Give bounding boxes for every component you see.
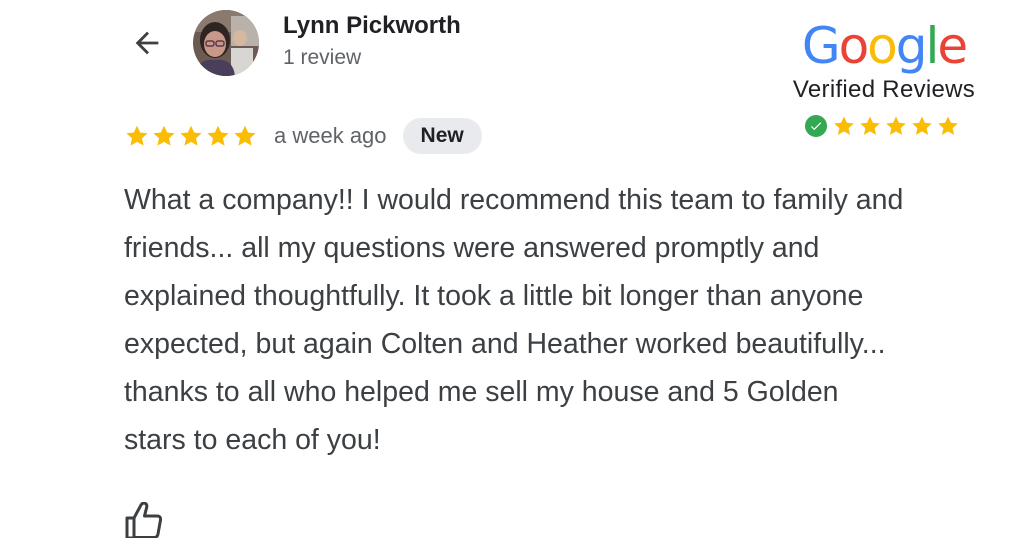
star-icon [938, 116, 958, 135]
review-count: 1 review [283, 46, 362, 69]
check-circle-icon [805, 115, 827, 137]
review-time: a week ago [274, 123, 387, 148]
badge-stars [832, 114, 960, 138]
google-logo-letter: g [895, 17, 928, 75]
google-verified-badge: Google Verified Reviews [772, 18, 996, 143]
star-icon [912, 116, 932, 135]
rating-row: a week ago New [124, 118, 482, 154]
review-text: What a company!! I would recommend this … [124, 184, 904, 456]
verified-reviews-label: Verified Reviews [792, 76, 976, 103]
google-logo-letter: l [925, 17, 940, 75]
star-icon [886, 116, 906, 135]
google-logo: Google [772, 18, 996, 74]
google-logo-letter: o [867, 17, 898, 75]
star-icon [234, 125, 256, 146]
new-badge: New [402, 118, 482, 154]
star-rating [124, 123, 258, 149]
avatar-photo [193, 10, 259, 76]
google-logo-letter: o [838, 17, 870, 75]
google-logo-letter: G [801, 17, 841, 75]
google-logo-letter: e [937, 17, 968, 75]
star-icon [126, 125, 148, 146]
star-icon [180, 125, 202, 146]
badge-rating [805, 114, 960, 138]
avatar[interactable] [193, 10, 259, 76]
star-icon [153, 125, 175, 146]
star-icon [860, 116, 880, 135]
thumb-up-icon [125, 501, 163, 538]
arrow-back-icon [135, 31, 159, 55]
review-page: Lynn Pickworth 1 review Google Verified … [0, 0, 1024, 538]
like-button[interactable] [124, 501, 164, 538]
star-icon [207, 125, 229, 146]
back-button[interactable] [126, 22, 168, 64]
reviewer-name[interactable]: Lynn Pickworth [283, 12, 461, 40]
star-icon [834, 116, 854, 135]
